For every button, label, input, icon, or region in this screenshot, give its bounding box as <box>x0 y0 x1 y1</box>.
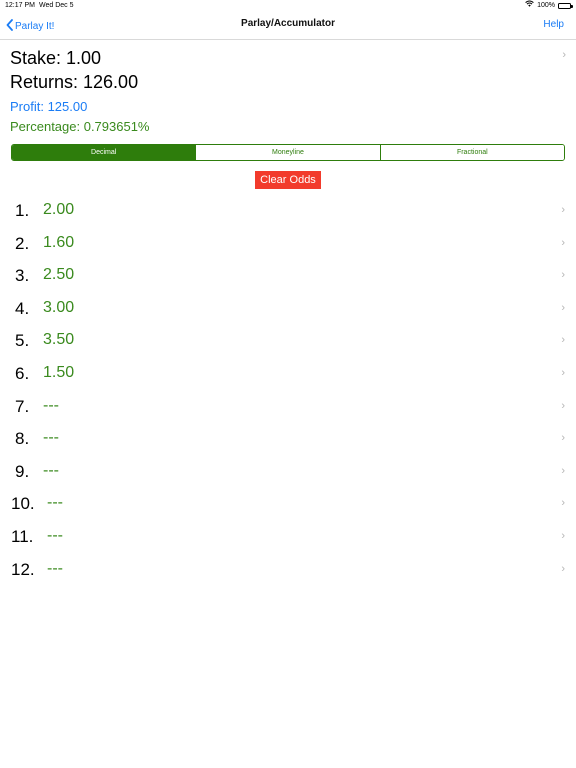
odds-row-value: 3.50 <box>43 331 75 349</box>
chevron-right-icon: › <box>561 529 565 542</box>
odds-row-number: 12. <box>11 559 35 579</box>
status-time: 12:17 PM <box>5 2 35 9</box>
chevron-right-icon: › <box>561 204 565 216</box>
battery-icon <box>558 3 573 9</box>
odds-row-number: 7. <box>15 396 30 416</box>
chevron-right-icon: › <box>561 236 565 249</box>
odds-row-value: 1.50 <box>43 363 75 381</box>
returns-label: Returns: 126.00 <box>10 72 139 92</box>
chevron-right-icon: › <box>561 334 565 347</box>
wifi-icon <box>525 0 534 12</box>
odds-row-number: 1. <box>15 201 30 220</box>
odds-row-number: 3. <box>15 266 30 286</box>
segment-moneyline[interactable]: Moneyline <box>195 145 380 160</box>
odds-row[interactable]: 3. 2.50 › <box>0 259 576 292</box>
odds-row-value: --- <box>47 526 63 544</box>
odds-row-value: --- <box>47 494 63 512</box>
odds-row-number: 5. <box>15 331 30 351</box>
odds-row[interactable]: 2. 1.60 › <box>0 227 576 260</box>
clear-odds-button[interactable]: Clear Odds <box>255 171 321 189</box>
odds-row-value: --- <box>47 559 63 577</box>
odds-row[interactable]: 9. --- › <box>0 455 576 488</box>
chevron-right-icon: › <box>562 49 566 61</box>
odds-row-number: 6. <box>15 363 30 383</box>
segment-decimal[interactable]: Decimal <box>12 145 196 160</box>
odds-row[interactable]: 8. --- › <box>0 422 576 455</box>
odds-row-value: --- <box>43 461 59 479</box>
odds-row-value: --- <box>43 396 59 414</box>
odds-format-segmented-control: Decimal Moneyline Fractional <box>11 144 565 161</box>
odds-row[interactable]: 11. --- › <box>0 520 576 553</box>
odds-row[interactable]: 1. 2.00 › <box>0 194 576 227</box>
chevron-right-icon: › <box>561 399 565 412</box>
odds-row[interactable]: 6. 1.50 › <box>0 357 576 390</box>
odds-row[interactable]: 5. 3.50 › <box>0 324 576 357</box>
odds-row[interactable]: 7. --- › <box>0 390 576 423</box>
segment-fractional[interactable]: Fractional <box>379 145 564 160</box>
summary-panel[interactable]: Stake: 1.00 Returns: 126.00 Profit: 125.… <box>10 48 566 138</box>
odds-row[interactable]: 12. --- › <box>0 553 576 586</box>
odds-row-value: --- <box>43 429 59 447</box>
odds-row-value: 2.00 <box>43 201 75 218</box>
chevron-right-icon: › <box>561 269 565 282</box>
chevron-right-icon: › <box>561 301 565 314</box>
page-title: Parlay/Accumulator <box>241 18 335 29</box>
stake-label: Stake: 1.00 <box>10 48 102 68</box>
chevron-right-icon: › <box>561 464 565 477</box>
odds-row-number: 9. <box>15 461 30 481</box>
status-date: Wed Dec 5 <box>39 2 74 9</box>
status-bar: 12:17 PM Wed Dec 5 100% <box>0 0 576 12</box>
odds-list: 1. 2.00 › 2. 1.60 › 3. 2.50 › 4. 3.00 › … <box>0 194 576 585</box>
odds-row-value: 3.00 <box>43 298 75 316</box>
navigation-bar: Parlay It! Parlay/Accumulator Help <box>0 12 576 40</box>
help-button[interactable]: Help <box>543 19 564 30</box>
odds-row[interactable]: 4. 3.00 › <box>0 292 576 325</box>
odds-row-value: 1.60 <box>43 233 75 251</box>
odds-row-number: 8. <box>15 429 30 449</box>
chevron-right-icon: › <box>561 562 565 575</box>
odds-row-number: 2. <box>15 233 30 253</box>
app-screen: 12:17 PM Wed Dec 5 100% Parlay It! Parla… <box>0 0 576 768</box>
chevron-right-icon: › <box>561 432 565 445</box>
odds-row-number: 10. <box>11 494 35 514</box>
percentage-label: Percentage: 0.793651% <box>10 119 150 134</box>
battery-percent: 100% <box>537 2 555 9</box>
odds-row[interactable]: 10. --- › <box>0 487 576 520</box>
odds-row-number: 11. <box>11 526 34 546</box>
odds-row-value: 2.50 <box>43 266 75 284</box>
status-right: 100% <box>525 0 573 12</box>
chevron-right-icon: › <box>561 366 565 379</box>
chevron-right-icon: › <box>561 497 565 510</box>
profit-label: Profit: 125.00 <box>10 99 88 114</box>
odds-row-number: 4. <box>15 298 30 318</box>
